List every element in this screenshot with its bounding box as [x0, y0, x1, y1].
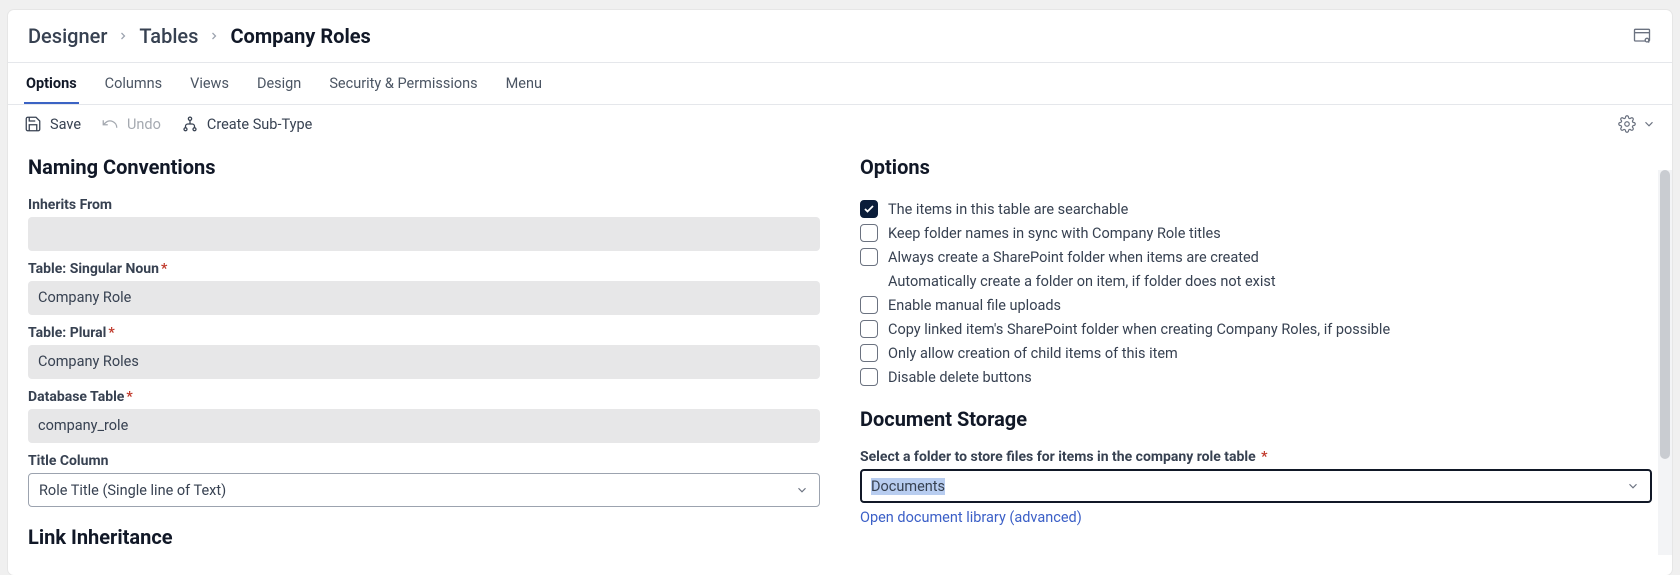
- create-subtype-button[interactable]: Create Sub-Type: [181, 115, 312, 133]
- scrollbar-track[interactable]: [1658, 170, 1672, 555]
- crumb-designer[interactable]: Designer: [28, 24, 107, 48]
- tab-security[interactable]: Security & Permissions: [327, 63, 479, 104]
- save-icon: [24, 115, 42, 133]
- option-label: Automatically create a folder on item, i…: [888, 273, 1276, 290]
- option-row: Copy linked item's SharePoint folder whe…: [860, 317, 1652, 341]
- folder-label: Select a folder to store files for items…: [860, 449, 1652, 465]
- tab-menu[interactable]: Menu: [504, 63, 544, 104]
- save-label: Save: [50, 116, 81, 133]
- option-label: Always create a SharePoint folder when i…: [888, 249, 1259, 266]
- chevron-down-icon: [1626, 479, 1640, 493]
- plural-field: Company Roles: [28, 345, 820, 379]
- option-row: Disable delete buttons: [860, 365, 1652, 389]
- tab-options[interactable]: Options: [24, 63, 79, 104]
- crumb-tables[interactable]: Tables: [139, 24, 198, 48]
- subtype-icon: [181, 115, 199, 133]
- chevron-right-icon: [117, 30, 129, 42]
- option-row: Enable manual file uploads: [860, 293, 1652, 317]
- checkbox[interactable]: [860, 224, 878, 242]
- chevron-right-icon: [208, 30, 220, 42]
- undo-button[interactable]: Undo: [101, 115, 161, 133]
- option-label: Enable manual file uploads: [888, 297, 1061, 314]
- title-column-select[interactable]: Role Title (Single line of Text): [28, 473, 820, 507]
- option-label: Only allow creation of child items of th…: [888, 345, 1178, 362]
- title-column-label: Title Column: [28, 453, 820, 469]
- save-button[interactable]: Save: [24, 115, 81, 133]
- option-label: Keep folder names in sync with Company R…: [888, 225, 1221, 242]
- inherits-from-label: Inherits From: [28, 197, 820, 213]
- option-row: Always create a SharePoint folder when i…: [860, 245, 1652, 269]
- undo-label: Undo: [127, 116, 161, 133]
- naming-section-title: Naming Conventions: [28, 155, 820, 179]
- checkbox[interactable]: [860, 344, 878, 362]
- breadcrumb: Designer Tables Company Roles: [28, 24, 371, 48]
- title-column-value: Role Title (Single line of Text): [39, 482, 226, 499]
- checkbox[interactable]: [860, 320, 878, 338]
- plural-label: Table: Plural*: [28, 325, 820, 341]
- inherits-from-field: [28, 217, 820, 251]
- open-doc-library-link[interactable]: Open document library (advanced): [860, 503, 1082, 526]
- db-label: Database Table*: [28, 389, 820, 405]
- option-row: Only allow creation of child items of th…: [860, 341, 1652, 365]
- option-label: The items in this table are searchable: [888, 201, 1128, 218]
- checkbox[interactable]: [860, 368, 878, 386]
- checkbox[interactable]: [860, 248, 878, 266]
- folder-value: Documents: [871, 478, 945, 495]
- tab-views[interactable]: Views: [188, 63, 231, 104]
- tab-columns[interactable]: Columns: [103, 63, 164, 104]
- scrollbar-thumb[interactable]: [1660, 170, 1670, 459]
- doc-storage-title: Document Storage: [860, 407, 1652, 431]
- gear-icon[interactable]: [1618, 115, 1636, 133]
- checkbox[interactable]: [860, 296, 878, 314]
- panel-icon[interactable]: [1632, 26, 1652, 46]
- create-subtype-label: Create Sub-Type: [207, 116, 312, 133]
- folder-select[interactable]: Documents: [860, 469, 1652, 503]
- crumb-current: Company Roles: [230, 24, 370, 48]
- singular-label: Table: Singular Noun*: [28, 261, 820, 277]
- options-section-title: Options: [860, 155, 1652, 179]
- option-label: Copy linked item's SharePoint folder whe…: [888, 321, 1390, 338]
- link-inheritance-title: Link Inheritance: [28, 525, 820, 548]
- option-row: Keep folder names in sync with Company R…: [860, 221, 1652, 245]
- option-row: The items in this table are searchable: [860, 197, 1652, 221]
- db-field: company_role: [28, 409, 820, 443]
- option-row: Automatically create a folder on item, i…: [860, 269, 1652, 293]
- option-label: Disable delete buttons: [888, 369, 1032, 386]
- undo-icon: [101, 115, 119, 133]
- tab-design[interactable]: Design: [255, 63, 303, 104]
- singular-field: Company Role: [28, 281, 820, 315]
- checkbox[interactable]: [860, 272, 878, 290]
- chevron-down-icon: [795, 483, 809, 497]
- chevron-down-icon[interactable]: [1642, 117, 1656, 131]
- tabs: Options Columns Views Design Security & …: [8, 63, 1672, 105]
- checkbox[interactable]: [860, 200, 878, 218]
